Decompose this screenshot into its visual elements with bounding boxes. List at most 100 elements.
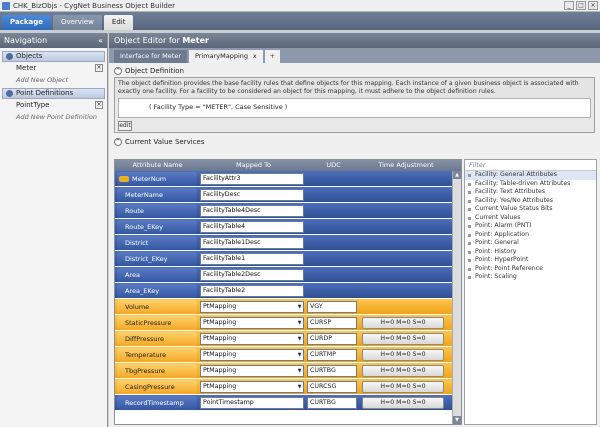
dropdown-arrow-icon[interactable]: ▼ (296, 350, 303, 360)
mapped-to-field[interactable]: PointTimestamp (200, 396, 304, 409)
udc-field[interactable]: CURDP (307, 332, 357, 345)
scroll-up-icon[interactable]: ▲ (453, 171, 461, 179)
table-row[interactable]: Temperature PtMapping ▼ CURTMP H=0 M=0 S=0 (115, 347, 452, 363)
udc-field[interactable]: CURTBG (307, 396, 357, 409)
table-row[interactable]: Area_EKey FacilityTable2 (115, 283, 452, 299)
list-item[interactable]: Point: HyperPoint (465, 256, 596, 265)
table-row[interactable]: CasingPressure PtMapping ▼ CURCSG H=0 M=0 S=… (115, 379, 452, 395)
tab-primary-mapping[interactable]: PrimaryMapping x (189, 50, 263, 63)
collapse-section-icon[interactable]: ^ (114, 66, 122, 75)
dropdown-arrow-icon[interactable]: ▼ (296, 382, 303, 392)
attribute-name-cell[interactable]: RecordTimestamp (117, 395, 197, 410)
grid-scrollbar[interactable]: ▲ ▼ (452, 171, 461, 424)
collapse-icon[interactable]: « (98, 33, 103, 48)
time-adjustment-button[interactable]: H=0 M=0 S=0 (362, 364, 444, 377)
udc-field[interactable]: CURSP (307, 316, 357, 329)
udc-field[interactable]: CURTMP (307, 348, 357, 361)
nav-item-meter[interactable]: Meter × (2, 63, 105, 74)
add-tab-button[interactable]: + (264, 50, 281, 63)
dropdown-arrow-icon[interactable]: ▼ (296, 318, 303, 328)
mapped-to-field[interactable]: FacilityDesc (200, 188, 304, 201)
mapped-to-field[interactable]: FacilityTable4Desc (200, 204, 304, 217)
nav-section-objects[interactable]: Objects (2, 51, 105, 62)
mapped-to-dropdown[interactable]: PtMapping ▼ (200, 300, 304, 313)
attribute-name-cell[interactable]: District_EKey (117, 251, 197, 266)
attribute-name-cell[interactable]: Temperature (117, 347, 197, 362)
mapped-to-dropdown[interactable]: PtMapping ▼ (200, 364, 304, 377)
close-tab-icon[interactable]: x (253, 50, 257, 63)
expand-icon[interactable] (468, 250, 471, 254)
udc-field[interactable]: CURTBG (307, 364, 357, 377)
expand-icon[interactable] (468, 242, 471, 245)
list-item[interactable]: Point: History (465, 248, 596, 257)
attribute-name-cell[interactable]: District (117, 235, 197, 250)
list-item[interactable]: Point: Application (465, 231, 596, 240)
table-row[interactable]: Volume PtMapping ▼ VGY (115, 299, 452, 315)
dropdown-arrow-icon[interactable]: ▼ (296, 302, 303, 312)
list-item[interactable]: Current Value Status Bits (465, 205, 596, 214)
maximize-icon[interactable]: □ (576, 1, 586, 10)
add-new-point-definition-link[interactable]: Add New Point Definition (2, 112, 105, 122)
dropdown-arrow-icon[interactable]: ▼ (296, 334, 303, 344)
attribute-name-cell[interactable]: StaticPressure (117, 315, 197, 330)
list-item[interactable]: Facility: General Attributes (465, 171, 596, 180)
table-row[interactable]: Route_EKey FacilityTable4 (115, 219, 452, 235)
expand-icon[interactable] (468, 233, 471, 237)
close-icon[interactable]: × (588, 1, 598, 10)
time-adjustment-button[interactable]: H=0 M=0 S=0 (362, 380, 444, 393)
mapped-to-dropdown[interactable]: PtMapping ▼ (200, 348, 304, 361)
list-item[interactable]: Facility: Table-driven Attributes (465, 180, 596, 189)
table-row[interactable]: TbgPressure PtMapping ▼ CURTBG H=0 M=0 S=0 (115, 363, 452, 379)
time-adjustment-button[interactable]: H=0 M=0 S=0 (362, 396, 444, 409)
table-row[interactable]: Route FacilityTable4Desc (115, 203, 452, 219)
time-adjustment-button[interactable]: H=0 M=0 S=0 (362, 316, 444, 329)
tab-interface-for-meter[interactable]: Interface for Meter (114, 50, 187, 63)
list-item[interactable]: Point: Alarm (PNT) (465, 222, 596, 231)
delete-object-icon[interactable]: × (95, 64, 103, 72)
table-row[interactable]: MeterName FacilityDesc (115, 187, 452, 203)
table-row[interactable]: District_EKey FacilityTable1 (115, 251, 452, 267)
scroll-down-icon[interactable]: ▼ (453, 416, 461, 424)
expand-icon[interactable] (468, 276, 471, 279)
collapse-section-icon[interactable]: ^ (114, 137, 122, 146)
expand-icon[interactable] (468, 191, 471, 194)
mapped-to-field[interactable]: FacilityTable2Desc (200, 268, 304, 281)
list-item[interactable]: Current Values (465, 214, 596, 223)
attribute-name-cell[interactable]: CasingPressure (117, 379, 197, 394)
filter-input[interactable]: Filter (465, 160, 596, 171)
mapped-to-field[interactable]: FacilityTable4 (200, 220, 304, 233)
mapped-to-field[interactable]: FacilityAttr3 (200, 172, 304, 185)
table-row[interactable]: DiffPressure PtMapping ▼ CURDP H=0 M=0 S=0 (115, 331, 452, 347)
ribbon-tab-overview[interactable]: Overview (52, 15, 102, 30)
nav-item-pointtype[interactable]: PointType × (2, 100, 105, 111)
list-item[interactable]: Facility: Yes/No Attributes (465, 197, 596, 206)
dropdown-arrow-icon[interactable]: ▼ (296, 366, 303, 376)
mapped-to-field[interactable]: FacilityTable1Desc (200, 236, 304, 249)
expand-icon[interactable] (468, 216, 471, 220)
mapped-to-dropdown[interactable]: PtMapping ▼ (200, 380, 304, 393)
list-item[interactable]: Point: General (465, 239, 596, 248)
expand-icon[interactable] (468, 199, 471, 203)
expand-icon[interactable] (468, 267, 471, 271)
minimize-icon[interactable]: _ (564, 1, 574, 10)
ribbon-tab-edit[interactable]: Edit (103, 15, 134, 30)
attribute-name-cell[interactable]: Volume (117, 299, 197, 314)
expand-icon[interactable] (468, 225, 471, 228)
list-item[interactable]: Facility: Text Attributes (465, 188, 596, 197)
table-row[interactable]: RecordTimestamp PointTimestamp CURTBG H=0 M… (115, 395, 452, 411)
table-row[interactable]: Area FacilityTable2Desc (115, 267, 452, 283)
time-adjustment-button[interactable]: H=0 M=0 S=0 (362, 332, 444, 345)
ribbon-tab-package[interactable]: Package (2, 15, 51, 30)
object-definition-header[interactable]: ^ Object Definition (114, 65, 600, 76)
mapped-to-field[interactable]: FacilityTable1 (200, 252, 304, 265)
expand-icon[interactable] (468, 259, 471, 262)
mapped-to-dropdown[interactable]: PtMapping ▼ (200, 332, 304, 345)
udc-field[interactable]: CURCSG (307, 380, 357, 393)
attribute-name-cell[interactable]: Area_EKey (117, 283, 197, 298)
attribute-name-cell[interactable]: Route (117, 203, 197, 218)
expand-icon[interactable] (468, 208, 471, 211)
expand-icon[interactable] (468, 182, 471, 186)
attribute-name-cell[interactable]: DiffPressure (117, 331, 197, 346)
expand-icon[interactable] (468, 174, 471, 177)
attribute-name-cell[interactable]: MeterNum (117, 171, 197, 186)
